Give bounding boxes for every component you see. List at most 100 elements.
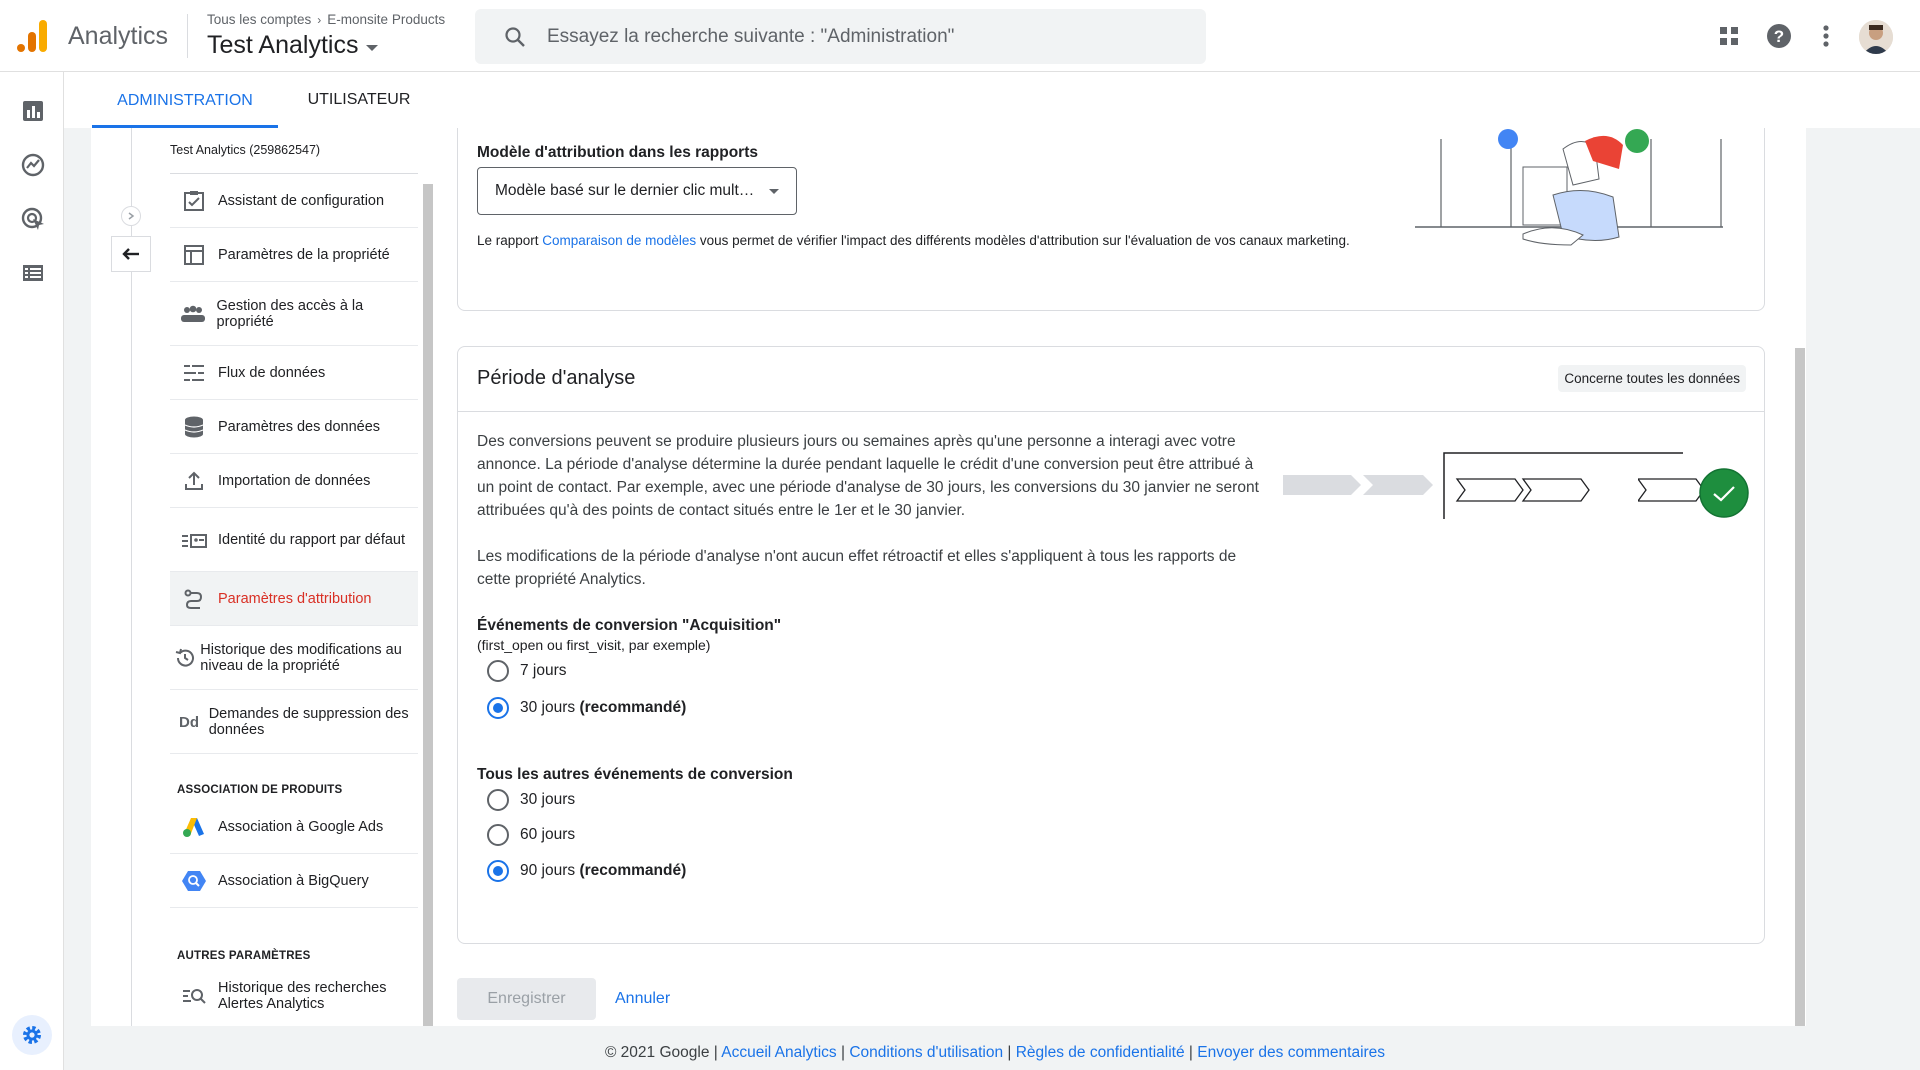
lookback-illustration bbox=[1283, 452, 1683, 519]
model-comparison-link[interactable]: Comparaison de modèles bbox=[542, 233, 696, 248]
cancel-button[interactable]: Annuler bbox=[615, 978, 670, 1020]
bigquery-icon bbox=[170, 870, 218, 892]
database-icon bbox=[170, 416, 218, 438]
footer: © 2021 Google | Accueil Analytics | Cond… bbox=[604, 1044, 1386, 1061]
divider bbox=[187, 14, 188, 58]
explore-icon[interactable] bbox=[20, 152, 46, 178]
lookback-note: Les modifications de la période d'analys… bbox=[477, 548, 1237, 588]
radio-acq-7-days[interactable]: 7 jours bbox=[487, 660, 567, 682]
radio-button-selected[interactable] bbox=[487, 860, 509, 882]
attribution-icon bbox=[170, 588, 218, 610]
section-other-settings: AUTRES PARAMÈTRES bbox=[177, 950, 311, 962]
identity-icon bbox=[170, 532, 218, 548]
acquisition-events-title: Événements de conversion "Acquisition" bbox=[477, 617, 782, 634]
radio-other-30-days[interactable]: 30 jours bbox=[487, 789, 575, 811]
dropdown-arrow-icon bbox=[769, 189, 779, 194]
tab-utilisateur[interactable]: UTILISATEUR bbox=[284, 72, 434, 128]
tab-bar: ADMINISTRATION UTILISATEUR bbox=[64, 72, 1920, 128]
nav-data-settings[interactable]: Paramètres des données bbox=[170, 400, 418, 454]
radio-button-selected[interactable] bbox=[487, 697, 509, 719]
property-id-label: Test Analytics (259862547) bbox=[170, 128, 418, 174]
card-divider bbox=[458, 411, 1764, 412]
breadcrumb-all-accounts[interactable]: Tous les comptes bbox=[207, 12, 311, 27]
applies-to-all-data-chip: Concerne toutes les données bbox=[1558, 365, 1746, 392]
lookback-window-card: Période d'analyse Concerne toutes les do… bbox=[457, 346, 1765, 944]
layout-icon bbox=[170, 244, 218, 266]
svg-text:?: ? bbox=[1774, 27, 1784, 46]
acquisition-events-sub: (first_open ou first_visit, par exemple) bbox=[477, 637, 711, 653]
nav-attribution-settings[interactable]: Paramètres d'attribution bbox=[170, 572, 418, 626]
content-scrollbar[interactable] bbox=[1795, 348, 1805, 1026]
avatar[interactable] bbox=[1859, 20, 1893, 54]
admin-panel: Test Analytics (259862547) Assistant de … bbox=[91, 128, 1806, 1026]
model-comparison-info: Le rapport Comparaison de modèles vous p… bbox=[477, 233, 1350, 248]
nav-change-history[interactable]: Historique des modifications au niveau d… bbox=[170, 626, 418, 690]
search-input[interactable] bbox=[547, 9, 1187, 64]
search-box[interactable] bbox=[475, 9, 1206, 64]
svg-text:Dd: Dd bbox=[179, 714, 199, 731]
caret-down-icon bbox=[366, 44, 379, 51]
top-bar: Analytics Tous les comptes › E-monsite P… bbox=[0, 0, 1920, 72]
footer-link-feedback[interactable]: Envoyer des commentaires bbox=[1197, 1044, 1385, 1061]
tab-administration[interactable]: ADMINISTRATION bbox=[92, 72, 278, 128]
property-selector[interactable]: Test Analytics bbox=[207, 31, 379, 60]
breadcrumb-account[interactable]: E-monsite Products bbox=[327, 12, 445, 27]
search-history-icon bbox=[170, 987, 218, 1005]
upload-icon bbox=[170, 471, 218, 491]
radio-other-90-days[interactable]: 90 jours (recommandé) bbox=[487, 860, 686, 882]
google-ads-icon bbox=[170, 816, 218, 838]
people-icon bbox=[170, 305, 217, 323]
breadcrumb[interactable]: Tous les comptes › E-monsite Products bbox=[207, 12, 445, 27]
lookback-description: Des conversions peuvent se produire plus… bbox=[477, 433, 1259, 519]
footer-link-analytics-home[interactable]: Accueil Analytics bbox=[721, 1044, 836, 1061]
nav-scrollbar[interactable] bbox=[423, 184, 433, 1026]
help-icon[interactable]: ? bbox=[1765, 22, 1793, 50]
property-name: Test Analytics bbox=[207, 31, 359, 59]
footer-link-terms[interactable]: Conditions d'utilisation bbox=[849, 1044, 1003, 1061]
analytics-logo-icon[interactable] bbox=[17, 20, 47, 52]
nav-reporting-identity[interactable]: Identité du rapport par défaut bbox=[170, 508, 418, 572]
attribution-model-select[interactable]: Modèle basé sur le dernier clic mult… bbox=[477, 167, 797, 215]
person-illustration bbox=[1415, 129, 1723, 246]
admin-nav: Test Analytics (259862547) Assistant de … bbox=[170, 128, 418, 1012]
history-icon bbox=[170, 647, 200, 669]
nav-setup-assistant[interactable]: Assistant de configuration bbox=[170, 174, 418, 228]
more-vert-icon[interactable] bbox=[1812, 22, 1840, 50]
nav-search-history[interactable]: Historique des recherches Alertes Analyti… bbox=[170, 968, 418, 1024]
nav-data-deletion-requests[interactable]: Dd Demandes de suppression des données bbox=[170, 690, 418, 754]
radio-other-60-days[interactable]: 60 jours bbox=[487, 824, 575, 846]
radio-button[interactable] bbox=[487, 789, 509, 811]
streams-icon bbox=[170, 363, 218, 383]
nav-property-settings[interactable]: Paramètres de la propriété bbox=[170, 228, 418, 282]
left-rail bbox=[0, 72, 64, 1070]
apps-grid-icon[interactable] bbox=[1715, 22, 1743, 50]
radio-acq-30-days[interactable]: 30 jours (recommandé) bbox=[487, 697, 686, 719]
check-circle-icon bbox=[1699, 468, 1749, 518]
nav-alerts-label: Alertes Analytics bbox=[218, 996, 325, 1012]
radio-button[interactable] bbox=[487, 824, 509, 846]
nav-access-management[interactable]: Gestion des accès à la propriété bbox=[170, 282, 418, 346]
checklist-icon bbox=[170, 190, 218, 212]
footer-copyright: © 2021 Google bbox=[604, 1044, 710, 1061]
reports-icon[interactable] bbox=[20, 98, 46, 124]
nav-search-history-label: Historique des recherches bbox=[218, 980, 387, 996]
lookback-title: Période d'analyse bbox=[477, 367, 636, 389]
save-button[interactable]: Enregistrer bbox=[457, 978, 596, 1020]
model-label: Modèle d'attribution dans les rapports bbox=[477, 144, 758, 161]
attribution-model-card: Modèle d'attribution dans les rapports M… bbox=[457, 128, 1765, 311]
radio-button[interactable] bbox=[487, 660, 509, 682]
configure-list-icon[interactable] bbox=[20, 260, 46, 286]
dd-icon: Dd bbox=[170, 713, 209, 731]
nav-data-import[interactable]: Importation de données bbox=[170, 454, 418, 508]
footer-link-privacy[interactable]: Règles de confidentialité bbox=[1016, 1044, 1185, 1061]
chevron-right-icon: › bbox=[317, 12, 322, 27]
section-product-links: ASSOCIATION DE PRODUITS bbox=[177, 784, 343, 796]
other-events-title: Tous les autres événements de conversion bbox=[477, 766, 793, 783]
search-icon bbox=[505, 27, 525, 47]
collapse-node-icon[interactable] bbox=[121, 206, 141, 226]
advertising-icon[interactable] bbox=[20, 206, 46, 232]
nav-data-streams[interactable]: Flux de données bbox=[170, 346, 418, 400]
nav-google-ads-link[interactable]: Association à Google Ads bbox=[170, 800, 418, 854]
nav-bigquery-link[interactable]: Association à BigQuery bbox=[170, 854, 418, 908]
back-arrow-icon[interactable] bbox=[111, 236, 151, 272]
